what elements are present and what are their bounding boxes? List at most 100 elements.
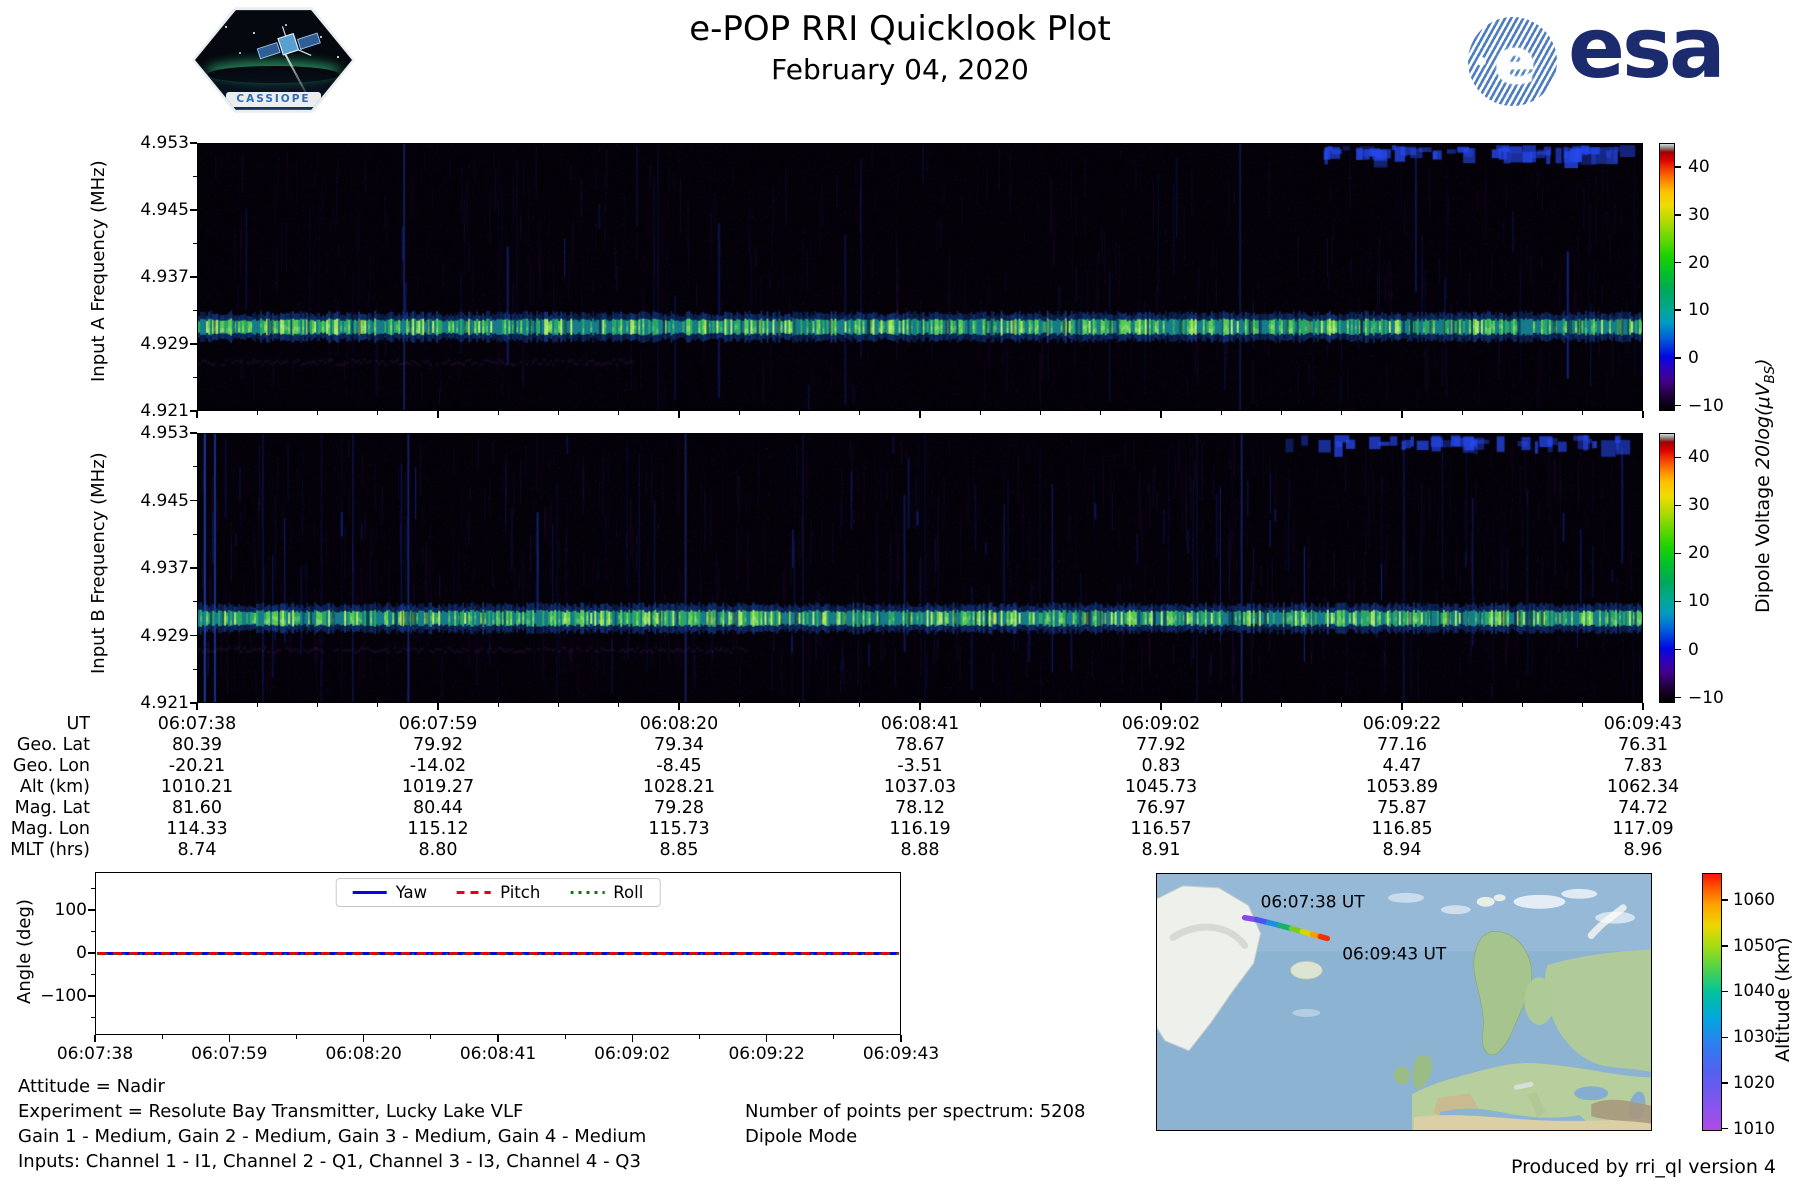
footnote-experiment: Experiment = Resolute Bay Transmitter, L… [18, 1101, 524, 1122]
colorbar-tick [1675, 696, 1681, 699]
table-row-label: Geo. Lon [12, 756, 90, 776]
time-minor-tick [1582, 703, 1584, 707]
time-minor-tick [1220, 703, 1222, 707]
table-row-label: MLT (hrs) [10, 840, 90, 860]
table-cell: 8.74 [177, 840, 217, 860]
quicklook-figure: CASSIOPE e-POP RRI Quicklook Plot Februa… [0, 0, 1800, 1200]
freq-major-tick [190, 276, 197, 278]
table-cell: 1037.03 [883, 777, 957, 797]
table-cell: 4.47 [1382, 756, 1422, 776]
altitude-colorbar-tick-label: 1060 [1733, 890, 1775, 910]
altitude-colorbar-tick [1722, 1082, 1728, 1084]
ut-tick-label: 06:08:41 [880, 714, 960, 734]
freq-tick-label: 4.921 [140, 401, 189, 421]
time-major-tick [678, 411, 680, 418]
colorbar-tick-label: 40 [1688, 447, 1710, 468]
time-minor-tick [1341, 411, 1343, 415]
esa-globe-icon: e [1468, 17, 1557, 106]
angle-time-tick-label: 06:09:43 [862, 1044, 940, 1064]
time-minor-tick [557, 703, 560, 707]
angle-tick-label: 0 [76, 943, 87, 963]
time-minor-tick [1100, 703, 1102, 707]
colorbar-tick [1675, 456, 1681, 459]
ut-tick-label: 06:07:59 [398, 714, 478, 734]
roll-line [97, 952, 899, 955]
table-cell: 77.92 [1135, 735, 1187, 755]
time-minor-tick [979, 703, 981, 707]
colorbar-tick-label: −10 [1688, 395, 1724, 416]
table-cell: 8.94 [1382, 840, 1422, 860]
freq-tick-label: 4.937 [140, 558, 189, 578]
time-minor-tick [377, 411, 379, 415]
table-cell: 116.85 [1371, 819, 1433, 839]
colorbar-altitude [1702, 873, 1722, 1131]
angle-time-minor-tick [564, 1035, 566, 1039]
colorbar-tick-label: 40 [1688, 157, 1710, 178]
colorbar-tick-label: 20 [1688, 543, 1710, 564]
altitude-colorbar-tick-label: 1020 [1733, 1073, 1775, 1092]
table-cell: 114.33 [166, 819, 228, 839]
ground-track-map: 06:07:38 UT 06:09:43 UT [1156, 873, 1652, 1131]
table-row-label: Alt (km) [19, 777, 90, 797]
angle-time-tick-label: 06:09:02 [594, 1044, 671, 1064]
time-minor-tick [1100, 411, 1102, 415]
table-cell: 8.88 [900, 840, 940, 860]
angle-minor-tick [91, 1016, 95, 1019]
freq-minor-tick [193, 175, 197, 178]
angle-time-major-tick [765, 1035, 768, 1042]
time-major-tick [1401, 703, 1403, 710]
angle-time-major-tick [362, 1035, 365, 1042]
time-minor-tick [256, 411, 258, 415]
angle-major-tick [88, 952, 95, 954]
altitude-colorbar-tick [1722, 945, 1728, 947]
time-minor-tick [256, 703, 258, 707]
time-minor-tick [618, 703, 620, 707]
time-major-tick [1642, 411, 1644, 418]
ut-tick-label: 06:09:22 [1362, 714, 1442, 734]
freq-major-tick [190, 343, 197, 345]
spectrogram-a-canvas [198, 144, 1642, 410]
colorbar-label-suffix: ) [1752, 358, 1774, 366]
time-minor-tick [798, 411, 801, 415]
spectrogram-input-a [197, 143, 1643, 411]
colorbar-tick [1675, 552, 1681, 555]
time-minor-tick [377, 703, 379, 707]
time-minor-tick [1521, 411, 1524, 415]
footnote-points-per-spectrum: Number of points per spectrum: 5208 [745, 1101, 1086, 1122]
freq-minor-tick [193, 668, 197, 670]
legend-item-yaw: Yaw [352, 883, 427, 902]
time-major-tick [1642, 703, 1644, 710]
esa-logo: e esa [1468, 0, 1726, 109]
time-minor-tick [1461, 411, 1463, 415]
colorbar-tick [1675, 504, 1681, 507]
freq-minor-tick [193, 533, 197, 535]
colorbar-tick-label: 10 [1688, 300, 1710, 321]
angle-time-major-tick [631, 1035, 634, 1042]
esa-globe-dot [1477, 57, 1486, 66]
colorbar-tick-label: 20 [1688, 252, 1710, 273]
time-major-tick [437, 703, 439, 710]
time-minor-tick [1582, 411, 1584, 415]
table-cell: 1028.21 [642, 777, 716, 797]
time-major-tick [1160, 411, 1162, 418]
attitude-legend: Yaw Pitch Roll [335, 878, 661, 907]
colorbar-input-b [1659, 433, 1675, 703]
freq-major-tick [190, 499, 197, 502]
freq-tick-label: 4.945 [140, 490, 189, 511]
freq-minor-tick [193, 466, 197, 468]
table-cell: 115.12 [407, 819, 469, 839]
table-cell: 7.83 [1623, 756, 1663, 776]
produced-by-credit: Produced by rri_ql version 4 [1511, 1156, 1776, 1178]
colorbar-label-text: Dipole Voltage [1752, 469, 1774, 613]
freq-tick-label: 4.921 [140, 693, 189, 713]
table-cell: 8.96 [1623, 840, 1663, 860]
table-cell: -8.45 [656, 756, 702, 776]
ut-tick-label: 06:08:20 [639, 714, 719, 734]
angle-time-minor-tick [833, 1035, 835, 1039]
table-cell: 8.80 [418, 840, 458, 860]
legend-item-pitch: Pitch [457, 883, 540, 902]
table-cell: 1045.73 [1124, 777, 1198, 797]
table-cell: 81.60 [171, 798, 223, 818]
table-cell: 79.92 [412, 735, 464, 755]
angle-time-minor-tick [430, 1035, 432, 1039]
